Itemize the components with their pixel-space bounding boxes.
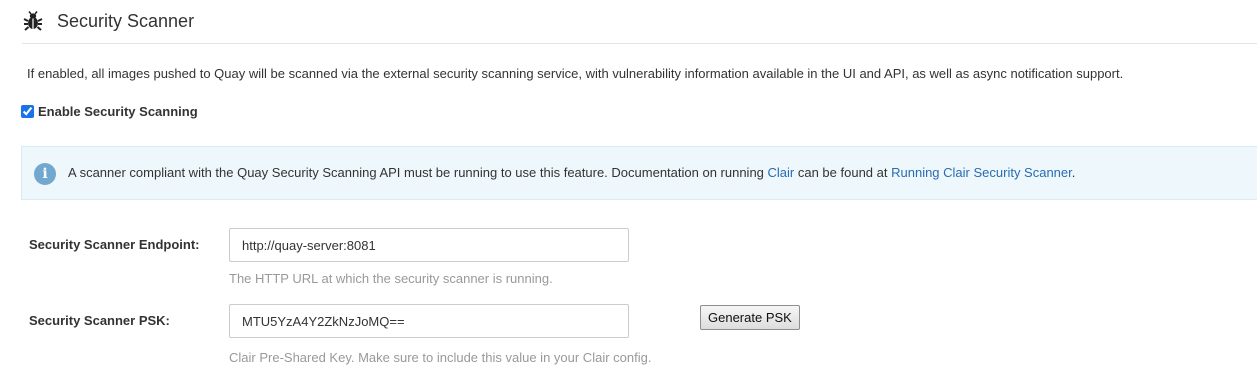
section-description: If enabled, all images pushed to Quay wi… bbox=[27, 66, 1124, 81]
info-text-after: . bbox=[1071, 165, 1076, 180]
generate-psk-button[interactable]: Generate PSK bbox=[700, 305, 800, 330]
psk-help-text: Clair Pre-Shared Key. Make sure to inclu… bbox=[229, 350, 652, 365]
clair-link[interactable]: Clair bbox=[768, 165, 795, 180]
info-text-before: A scanner compliant with the Quay Securi… bbox=[68, 165, 768, 180]
info-text: A scanner compliant with the Quay Securi… bbox=[68, 165, 1075, 180]
running-clair-link[interactable]: Running Clair Security Scanner bbox=[891, 165, 1072, 180]
psk-input[interactable] bbox=[229, 304, 629, 338]
endpoint-help-text: The HTTP URL at which the security scann… bbox=[229, 271, 553, 286]
info-text-middle: can be found at bbox=[794, 165, 892, 180]
enable-scanning-label: Enable Security Scanning bbox=[38, 103, 198, 119]
enable-scanning-row[interactable]: Enable Security Scanning bbox=[21, 102, 198, 120]
info-alert: i A scanner compliant with the Quay Secu… bbox=[21, 146, 1257, 200]
psk-label: Security Scanner PSK: bbox=[29, 313, 170, 328]
endpoint-input[interactable] bbox=[229, 228, 629, 262]
section-header: Security Scanner bbox=[22, 0, 1257, 44]
section-title: Security Scanner bbox=[57, 11, 195, 31]
info-icon: i bbox=[34, 163, 56, 185]
enable-scanning-checkbox[interactable] bbox=[21, 104, 34, 118]
bug-icon bbox=[23, 11, 43, 31]
endpoint-label: Security Scanner Endpoint: bbox=[29, 237, 200, 252]
